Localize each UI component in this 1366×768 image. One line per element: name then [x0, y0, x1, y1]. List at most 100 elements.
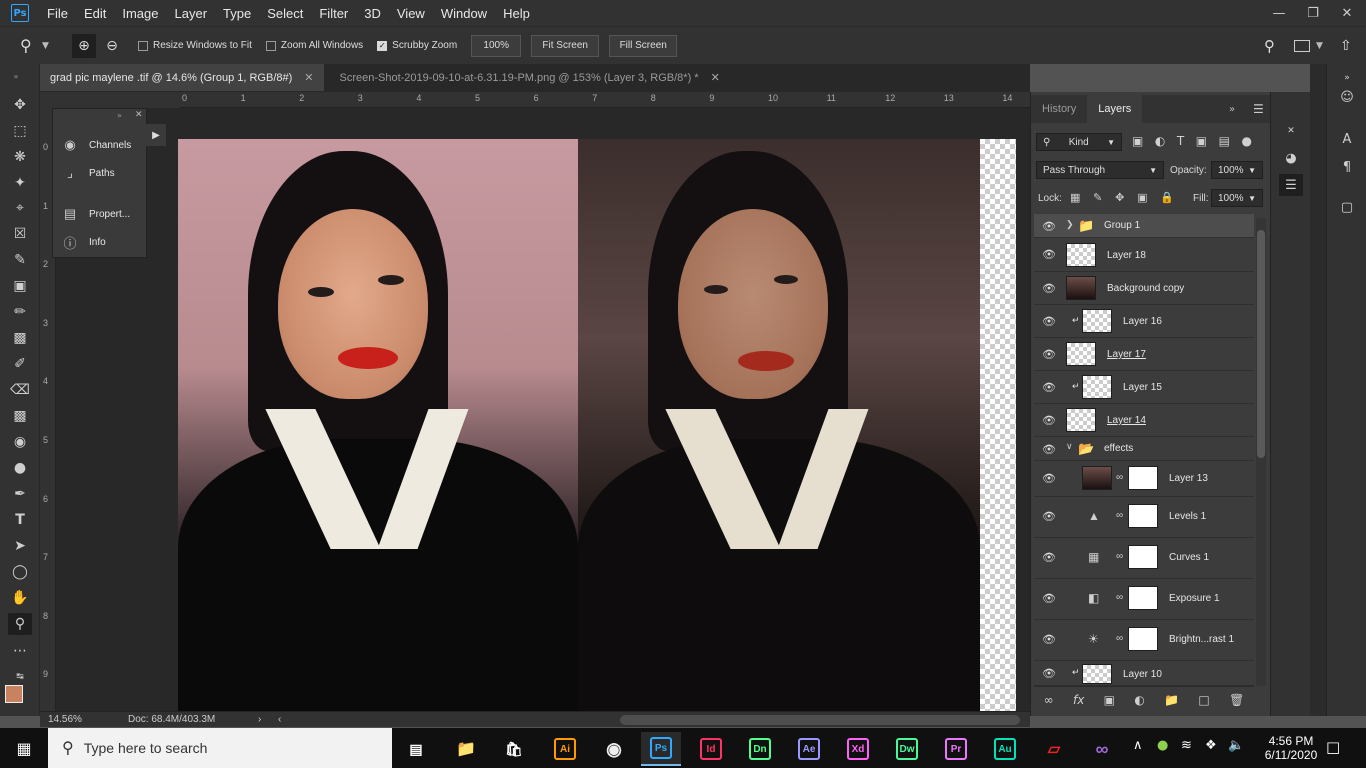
eye-icon[interactable]: 👁: [1042, 510, 1056, 523]
eye-icon[interactable]: 👁: [1042, 348, 1056, 361]
frame-tool-icon[interactable]: ☒: [8, 223, 32, 245]
file-explorer-icon[interactable]: 📁: [446, 732, 486, 766]
visual-studio-icon[interactable]: ∞: [1082, 732, 1122, 766]
menu-help[interactable]: Help: [503, 6, 530, 21]
collapse-icon[interactable]: »: [117, 111, 122, 120]
eye-icon[interactable]: 👁: [1042, 248, 1056, 261]
link-icon[interactable]: ∞: [1116, 633, 1123, 644]
marquee-tool-icon[interactable]: ⬚: [8, 120, 32, 142]
layer-row-curves-1[interactable]: 👁 ▦ ∞ Curves 1: [1034, 538, 1254, 579]
brush-tool-icon[interactable]: ✏: [8, 301, 32, 323]
chevron-down-icon[interactable]: ▼: [1316, 41, 1323, 51]
filter-kind-select[interactable]: ⚲ Kind ▼: [1036, 133, 1122, 151]
gradient-tool-icon[interactable]: ▩: [8, 405, 32, 427]
collapse-icon[interactable]: »: [1229, 104, 1235, 115]
healing-brush-icon[interactable]: ▣: [8, 275, 32, 297]
crop-tool-icon[interactable]: ⌖: [8, 197, 32, 219]
xd-app[interactable]: Xd: [838, 732, 878, 766]
minimize-icon[interactable]: —: [1262, 0, 1296, 26]
lock-artboard-icon[interactable]: ▣: [1137, 191, 1147, 204]
taskbar-search[interactable]: ⚲ Type here to search: [48, 728, 392, 768]
premiere-app[interactable]: Pr: [936, 732, 976, 766]
close-tab-icon[interactable]: ✕: [711, 71, 720, 84]
system-clock[interactable]: 4:56 PM 6/11/2020: [1256, 728, 1326, 768]
menu-layer[interactable]: Layer: [175, 6, 208, 21]
paths-panel-button[interactable]: ⌟ Paths: [61, 165, 115, 181]
magic-wand-icon[interactable]: ✦: [8, 172, 32, 194]
opacity-field[interactable]: 100% ▼: [1211, 161, 1263, 179]
layer-row-layer-14[interactable]: 👁 Layer 14: [1034, 404, 1254, 437]
menu-filter[interactable]: Filter: [319, 6, 348, 21]
fit-screen-button[interactable]: Fit Screen: [531, 34, 600, 57]
close-icon[interactable]: ✕: [1279, 120, 1303, 142]
link-icon[interactable]: ∞: [1116, 472, 1123, 483]
collapse-icon[interactable]: »: [4, 65, 28, 87]
lock-transparent-icon[interactable]: ▦: [1070, 191, 1080, 204]
learn-icon[interactable]: ☺: [1335, 86, 1359, 108]
resize-windows-checkbox[interactable]: Resize Windows to Fit: [138, 40, 252, 51]
restore-icon[interactable]: ❐: [1296, 0, 1330, 26]
filter-toggle-icon[interactable]: ●: [1242, 134, 1252, 148]
pen-tool-icon[interactable]: ✒: [8, 483, 32, 505]
libraries-icon[interactable]: ◕: [1279, 147, 1303, 169]
adjustment-filter-icon[interactable]: ◐: [1155, 134, 1165, 148]
eye-icon[interactable]: 👁: [1042, 381, 1056, 394]
layer-row-layer-17[interactable]: 👁 Layer 17: [1034, 338, 1254, 371]
windows-start-icon[interactable]: ▦: [0, 728, 48, 768]
chevron-right-icon[interactable]: ❯: [1066, 219, 1074, 230]
adjustment-layer-icon[interactable]: ◐: [1134, 693, 1144, 707]
tab-screen-shot[interactable]: Screen-Shot-2019-09-10-at-6.31.19-PM.png…: [330, 64, 730, 91]
chevron-up-icon[interactable]: ∧: [1133, 738, 1143, 753]
fx-icon[interactable]: fx: [1073, 693, 1084, 707]
layers-scrollbar-thumb[interactable]: [1257, 230, 1265, 458]
audition-app[interactable]: Au: [985, 732, 1025, 766]
search-icon[interactable]: ⚲: [1264, 37, 1275, 55]
after-effects-app[interactable]: Ae: [789, 732, 829, 766]
type-filter-icon[interactable]: T: [1177, 134, 1184, 148]
scrubby-zoom-checkbox[interactable]: ✓ Scrubby Zoom: [377, 40, 457, 51]
menu-image[interactable]: Image: [122, 6, 158, 21]
eye-icon[interactable]: 👁: [1042, 414, 1056, 427]
properties-panel-button[interactable]: ▤ Propert...: [61, 206, 130, 222]
eye-icon[interactable]: 👁: [1042, 592, 1056, 605]
menu-window[interactable]: Window: [441, 6, 487, 21]
trash-icon[interactable]: 🗑: [1229, 693, 1244, 707]
eyedropper-icon[interactable]: ✎: [8, 249, 32, 271]
shape-filter-icon[interactable]: ▣: [1196, 134, 1207, 148]
eye-icon[interactable]: 👁: [1042, 220, 1056, 233]
workspace-icon[interactable]: [1294, 39, 1310, 52]
dodge-tool-icon[interactable]: ●: [8, 457, 32, 479]
layer-row-effects[interactable]: 👁 ∨ 📂 effects: [1034, 437, 1254, 461]
dreamweaver-app[interactable]: Dw: [887, 732, 927, 766]
zoom-all-windows-checkbox[interactable]: Zoom All Windows: [265, 40, 363, 51]
pixel-filter-icon[interactable]: ▣: [1132, 134, 1143, 148]
character-icon[interactable]: A: [1335, 128, 1359, 150]
zoom-percent-field[interactable]: 100%: [471, 34, 522, 57]
hand-tool-icon[interactable]: ✋: [8, 587, 32, 609]
blend-mode-select[interactable]: Pass Through ▼: [1036, 161, 1164, 179]
acrobat-icon[interactable]: ▱: [1034, 732, 1074, 766]
play-icon[interactable]: ▶: [146, 124, 166, 146]
volume-icon[interactable]: 🔈: [1228, 738, 1244, 753]
menu-edit[interactable]: Edit: [84, 6, 106, 21]
tab-history[interactable]: History: [1031, 95, 1087, 123]
layers-icon[interactable]: ☰: [1279, 174, 1303, 196]
move-tool-icon[interactable]: ✥: [8, 94, 32, 116]
zoom-tool-preset-icon[interactable]: ⚲: [20, 36, 42, 55]
link-layers-icon[interactable]: ∞: [1044, 693, 1054, 707]
layer-row-layer-18[interactable]: 👁 Layer 18: [1034, 238, 1254, 272]
wifi-icon[interactable]: ≋: [1181, 738, 1192, 753]
zoom-out-icon[interactable]: ⊖: [100, 34, 124, 58]
lasso-tool-icon[interactable]: ❋: [8, 146, 32, 168]
eye-icon[interactable]: 👁: [1042, 551, 1056, 564]
tab-layers[interactable]: Layers: [1087, 95, 1143, 123]
path-selection-icon[interactable]: ➤: [8, 535, 32, 557]
close-icon[interactable]: ✕: [1330, 0, 1364, 26]
new-group-icon[interactable]: 📁: [1164, 693, 1179, 707]
lock-paint-icon[interactable]: ✎: [1093, 191, 1102, 204]
layer-row-layer-10[interactable]: 👁 ↵ Layer 10: [1034, 661, 1254, 686]
eye-icon[interactable]: 👁: [1042, 282, 1056, 295]
tray-app-icon[interactable]: ●: [1157, 738, 1168, 753]
close-tab-icon[interactable]: ✕: [304, 71, 313, 84]
eye-icon[interactable]: 👁: [1042, 667, 1056, 680]
